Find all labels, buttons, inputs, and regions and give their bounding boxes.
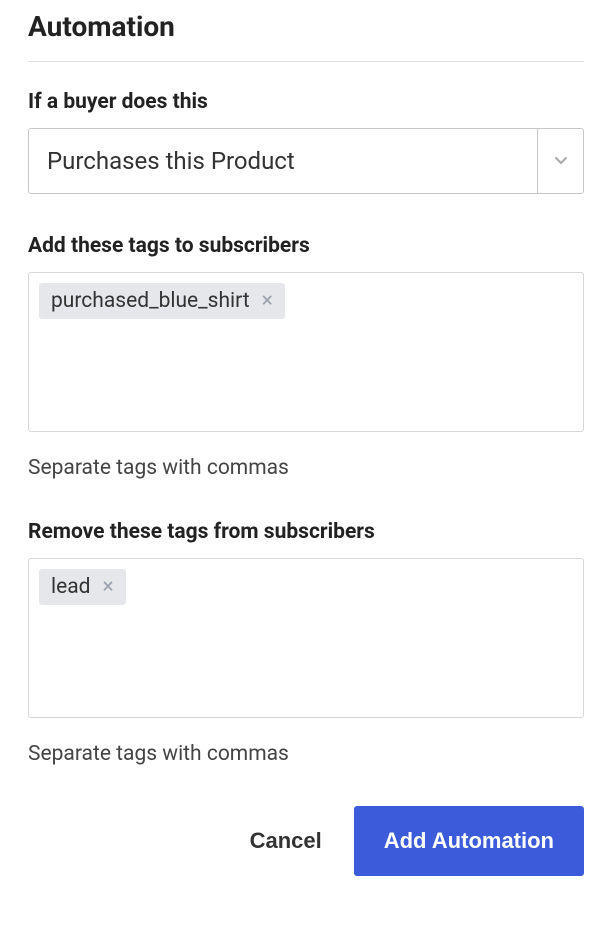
trigger-select-value[interactable]: Purchases this Product bbox=[29, 129, 537, 193]
trigger-select-caret[interactable] bbox=[537, 129, 583, 193]
tag-chip: lead × bbox=[39, 569, 126, 605]
remove-tags-label: Remove these tags from subscribers bbox=[28, 520, 584, 544]
add-tags-input[interactable]: purchased_blue_shirt × bbox=[28, 272, 584, 432]
cancel-button[interactable]: Cancel bbox=[246, 810, 326, 872]
tag-label: lead bbox=[51, 575, 91, 599]
section-title: Automation bbox=[28, 10, 584, 62]
close-icon[interactable]: × bbox=[262, 291, 273, 312]
add-tags-helper: Separate tags with commas bbox=[28, 456, 584, 480]
chevron-down-icon bbox=[555, 157, 567, 165]
add-automation-button[interactable]: Add Automation bbox=[354, 806, 584, 876]
tag-chip: purchased_blue_shirt × bbox=[39, 283, 285, 319]
remove-tags-helper: Separate tags with commas bbox=[28, 742, 584, 766]
trigger-select[interactable]: Purchases this Product bbox=[28, 128, 584, 194]
close-icon[interactable]: × bbox=[103, 577, 114, 598]
action-row: Cancel Add Automation bbox=[28, 806, 584, 876]
tag-label: purchased_blue_shirt bbox=[51, 289, 250, 313]
trigger-label: If a buyer does this bbox=[28, 90, 584, 114]
remove-tags-input[interactable]: lead × bbox=[28, 558, 584, 718]
add-tags-label: Add these tags to subscribers bbox=[28, 234, 584, 258]
